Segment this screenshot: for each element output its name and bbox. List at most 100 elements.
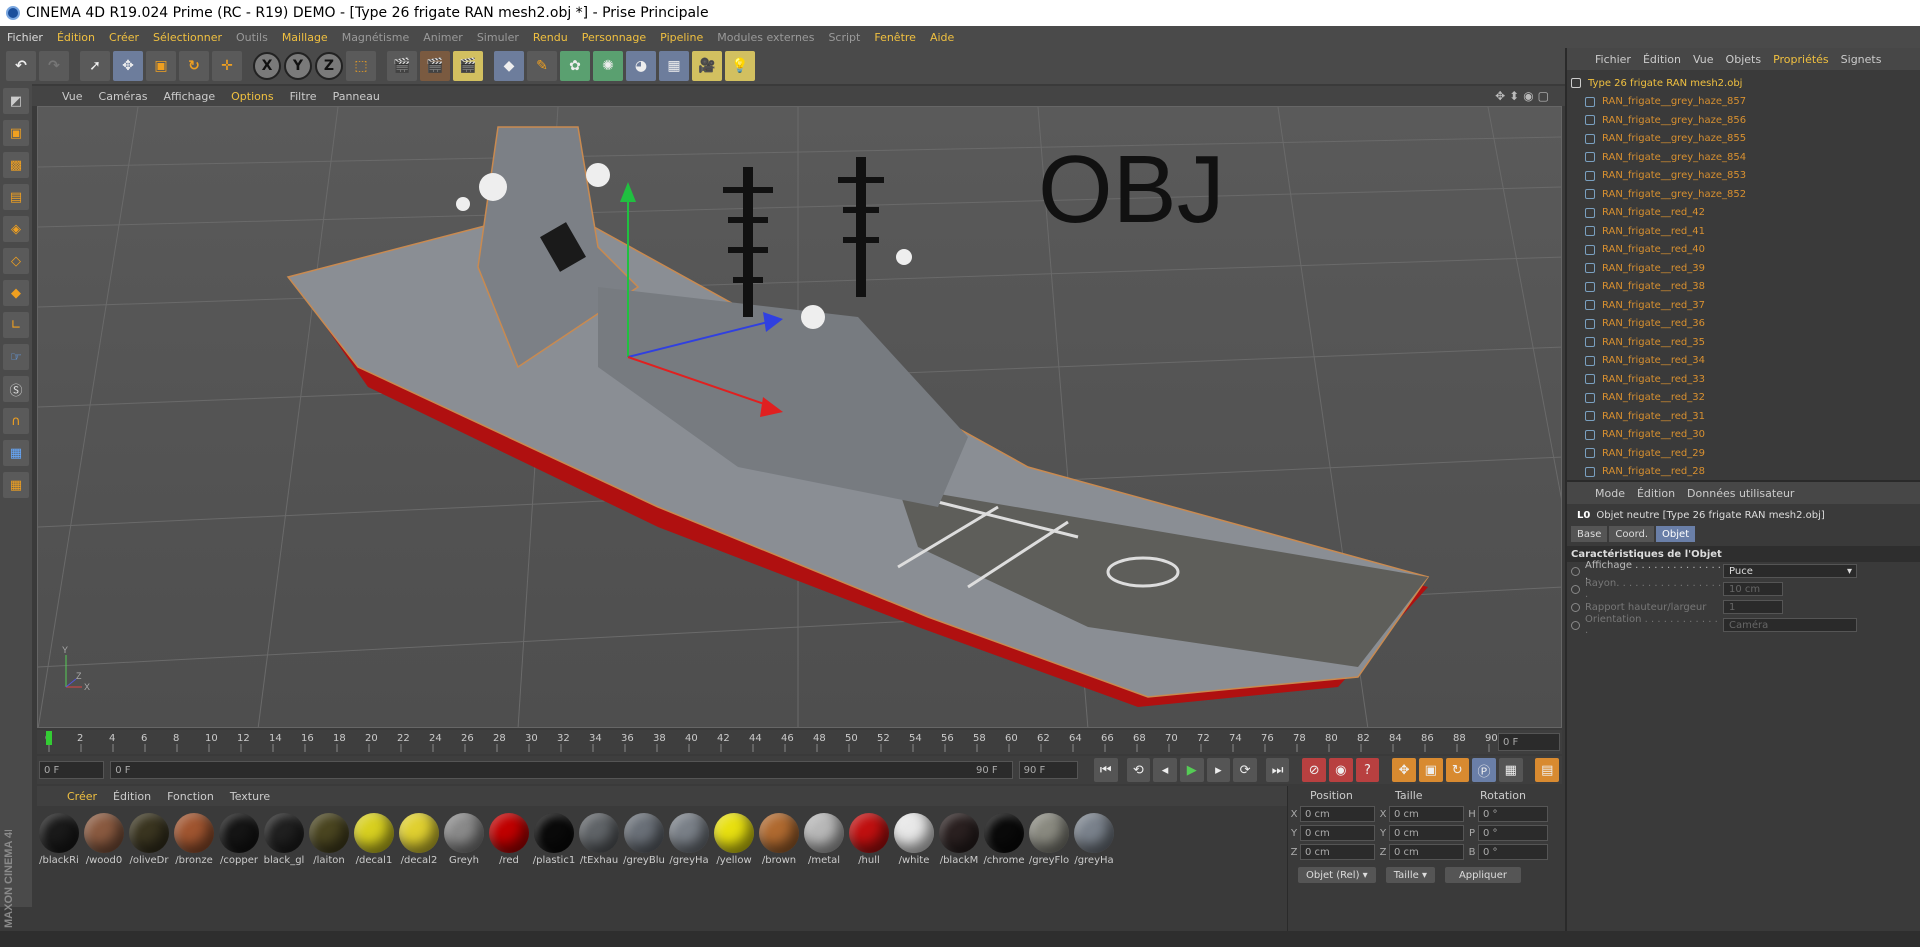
key-parameter-icon[interactable]: Ⓟ (1472, 758, 1496, 782)
timeline-playhead[interactable] (46, 731, 52, 745)
solo-mode-icon[interactable]: Ⓢ (3, 376, 29, 402)
material-swatch[interactable]: Greyh (442, 811, 486, 871)
animate-orientation-icon[interactable] (1571, 620, 1580, 630)
rotation-field[interactable]: 0 ° (1478, 844, 1548, 860)
size-field[interactable]: 0 cm (1389, 844, 1464, 860)
x-axis-lock-button[interactable]: X (253, 52, 281, 80)
object-row[interactable]: RAN_frigate__red_33 (1567, 370, 1920, 389)
material-swatch[interactable]: /red (487, 811, 531, 871)
object-root-row[interactable]: Type 26 frigate RAN mesh2.obj (1567, 74, 1920, 93)
material-swatch[interactable]: /laiton (307, 811, 351, 871)
material-swatch[interactable]: /greyFlo (1027, 811, 1071, 871)
go-to-end-icon[interactable]: ⏭ (1265, 758, 1290, 782)
material-swatch[interactable]: /oliveDr (127, 811, 171, 871)
rotate-tool-icon[interactable]: ↻ (179, 51, 209, 81)
current-frame-field[interactable]: 0 F (1498, 733, 1560, 751)
cube-icon[interactable]: ◆ (494, 51, 524, 81)
timeline[interactable]: 0246810121416182022242628303234363840424… (37, 730, 1562, 754)
material-menu-edition[interactable]: Édition (105, 790, 159, 803)
snap-icon[interactable]: ∩ (3, 408, 29, 434)
workplane-mode-icon[interactable]: ▤ (3, 184, 29, 210)
object-row[interactable]: RAN_frigate__grey_haze_852 (1567, 185, 1920, 204)
attribute-menu-mode[interactable]: Mode (1589, 487, 1631, 500)
object-menu-objets[interactable]: Objets (1720, 53, 1768, 66)
object-row[interactable]: RAN_frigate__red_30 (1567, 426, 1920, 445)
object-row[interactable]: RAN_frigate__grey_haze_855 (1567, 130, 1920, 149)
material-swatch[interactable]: /bronze (172, 811, 216, 871)
menu-outils[interactable]: Outils (229, 31, 275, 44)
light-icon[interactable]: 💡 (725, 51, 755, 81)
material-swatch[interactable]: /chrome (982, 811, 1026, 871)
3d-viewport[interactable]: OBJ Y Z X (37, 106, 1562, 728)
points-mode-icon[interactable]: ◈ (3, 216, 29, 242)
menu-modules-externes[interactable]: Modules externes (710, 31, 821, 44)
object-row[interactable]: RAN_frigate__red_37 (1567, 296, 1920, 315)
previous-key-icon[interactable]: ⟲ (1126, 758, 1151, 782)
y-axis-lock-button[interactable]: Y (284, 52, 312, 80)
ratio-field[interactable]: 1 (1723, 600, 1783, 614)
menu-selectionner[interactable]: Sélectionner (146, 31, 229, 44)
scale-tool-icon[interactable]: ▣ (146, 51, 176, 81)
previous-frame-icon[interactable]: ◂ (1153, 758, 1177, 782)
viewport-menu-panneau[interactable]: Panneau (325, 90, 388, 103)
recent-tool-icon[interactable]: ✛ (212, 51, 242, 81)
cloner-icon[interactable]: ✺ (593, 51, 623, 81)
coordinate-system-icon[interactable]: ⬚ (346, 51, 376, 81)
object-row[interactable]: RAN_frigate__red_31 (1567, 407, 1920, 426)
material-swatch[interactable]: /blackRi (37, 811, 81, 871)
render-view-icon[interactable]: 🎬 (387, 51, 417, 81)
material-swatch[interactable]: /white (892, 811, 936, 871)
menu-rendu[interactable]: Rendu (526, 31, 575, 44)
planar-workplane-icon[interactable]: ▦ (3, 472, 29, 498)
texture-mode-icon[interactable]: ▩ (3, 152, 29, 178)
menu-edition[interactable]: Édition (50, 31, 102, 44)
material-swatch[interactable]: /greyBlu (622, 811, 666, 871)
keyframe-selection-icon[interactable]: ? (1355, 758, 1380, 782)
material-swatch[interactable]: /yellow (712, 811, 756, 871)
affichage-dropdown[interactable]: Puce ▾ (1723, 564, 1857, 578)
object-row[interactable]: RAN_frigate__red_29 (1567, 444, 1920, 463)
object-menu-signets[interactable]: Signets (1835, 53, 1888, 66)
animate-ratio-icon[interactable] (1571, 602, 1580, 612)
menu-magnetisme[interactable]: Magnétisme (335, 31, 417, 44)
object-row[interactable]: RAN_frigate__red_32 (1567, 389, 1920, 408)
position-field[interactable]: 0 cm (1300, 825, 1375, 841)
viewport-menu-cameras[interactable]: Caméras (91, 90, 156, 103)
end-frame-field[interactable]: 90 F (1018, 761, 1078, 779)
menu-aide[interactable]: Aide (923, 31, 961, 44)
menu-maillage[interactable]: Maillage (275, 31, 335, 44)
tab-coord[interactable]: Coord. (1609, 526, 1655, 542)
menu-simuler[interactable]: Simuler (470, 31, 526, 44)
record-active-objects-icon[interactable]: ⊘ (1302, 758, 1326, 782)
material-swatch[interactable]: /hull (847, 811, 891, 871)
size-mode-dropdown[interactable]: Taille ▾ (1385, 867, 1435, 883)
object-menu-edition[interactable]: Édition (1637, 53, 1687, 66)
size-field[interactable]: 0 cm (1389, 825, 1464, 841)
polygons-mode-icon[interactable]: ◆ (3, 280, 29, 306)
object-row[interactable]: RAN_frigate__red_40 (1567, 241, 1920, 260)
menu-creer[interactable]: Créer (102, 31, 146, 44)
render-picture-viewer-icon[interactable]: 🎬 (420, 51, 450, 81)
next-frame-icon[interactable]: ▸ (1206, 758, 1231, 782)
key-pla-icon[interactable]: ▦ (1498, 758, 1523, 782)
material-swatch[interactable]: /copper (217, 811, 261, 871)
material-swatch[interactable]: /wood0 (82, 811, 126, 871)
object-row[interactable]: RAN_frigate__red_28 (1567, 463, 1920, 481)
key-scale-icon[interactable]: ▣ (1418, 758, 1443, 782)
material-menu-creer[interactable]: Créer (59, 790, 105, 803)
object-row[interactable]: RAN_frigate__red_42 (1567, 204, 1920, 223)
material-swatch[interactable]: /tExhau (577, 811, 621, 871)
timeline-ruler[interactable]: 0246810121416182022242628303234363840424… (37, 730, 1562, 754)
object-menu-fichier[interactable]: Fichier (1589, 53, 1637, 66)
apply-button[interactable]: Appliquer (1444, 867, 1522, 883)
go-to-start-icon[interactable]: ⏮ (1093, 758, 1118, 782)
viewport-navigation-icons[interactable]: ✥⬍◉▢ (1495, 89, 1553, 103)
tweak-mode-icon[interactable]: ☞ (3, 344, 29, 370)
material-swatch[interactable]: /blackM (937, 811, 981, 871)
orientation-dropdown[interactable]: Caméra (1723, 618, 1857, 632)
attribute-menu-edition[interactable]: Édition (1631, 487, 1681, 500)
play-icon[interactable]: ▶ (1179, 758, 1204, 782)
object-row[interactable]: RAN_frigate__red_36 (1567, 315, 1920, 334)
material-swatch[interactable]: /metal (802, 811, 846, 871)
material-menu-fonction[interactable]: Fonction (159, 790, 222, 803)
